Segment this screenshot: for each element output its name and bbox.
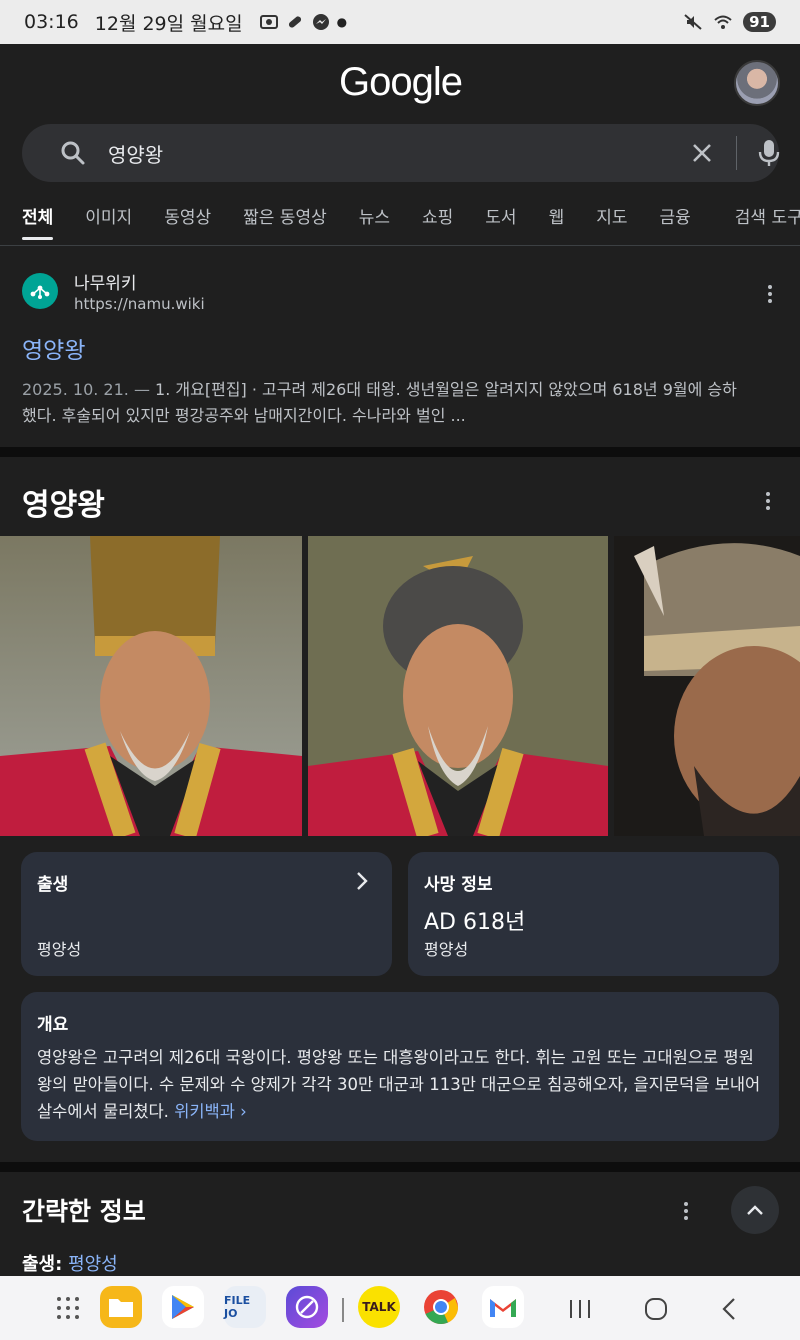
result-title-link[interactable]: 영양왕 [22, 331, 85, 365]
snippet-line-2: 했다. 후술되어 있지만 평강공주와 남매지간이다. 수나라와 벌인 ... [22, 406, 466, 425]
brief-info-more-icon[interactable] [678, 1202, 694, 1222]
tab-short-videos[interactable]: 짧은 동영상 [243, 196, 327, 240]
search-input[interactable]: 영양왕 [108, 139, 163, 168]
warrior-helmet-icon [614, 536, 800, 836]
tab-finance[interactable]: 금융 [660, 196, 691, 240]
scroll-top-button[interactable] [731, 1186, 779, 1234]
tab-news[interactable]: 뉴스 [359, 196, 390, 240]
back-icon[interactable] [720, 1297, 738, 1321]
wifi-icon [714, 15, 732, 29]
brief-birth-row: 출생: 평양성 [22, 1250, 118, 1276]
chevron-up-icon [747, 1205, 763, 1215]
tab-maps[interactable]: 지도 [596, 196, 627, 240]
death-year: AD 618년 [424, 910, 526, 935]
battery-indicator: 91 [743, 12, 776, 32]
dot-icon: ● [336, 15, 348, 29]
birth-card[interactable]: 출생 평양성 [21, 852, 392, 976]
result-site-name[interactable]: 나무위키 [74, 269, 137, 294]
king-portrait-crown-icon [0, 536, 302, 836]
clear-icon[interactable] [690, 141, 714, 165]
death-label: 사망 정보 [424, 875, 493, 895]
result-url[interactable]: https://namu.wiki [74, 295, 205, 313]
overview-text: 영양왕은 고구려의 제26대 국왕이다. 평양왕 또는 대흥왕이라고도 한다. … [37, 1044, 767, 1125]
browser-app-icon[interactable] [286, 1286, 328, 1328]
tab-all[interactable]: 전체 [22, 196, 54, 240]
search-bar[interactable]: 영양왕 [22, 124, 782, 182]
home-icon[interactable] [644, 1297, 668, 1321]
birth-place: 평양성 [37, 940, 82, 959]
kakaotalk-app-icon[interactable]: TALK [358, 1286, 400, 1328]
namuwiki-logo-icon [30, 285, 50, 299]
mic-icon[interactable] [756, 138, 782, 168]
filejo-app-icon[interactable]: FILE JO [224, 1286, 266, 1328]
result-date: 2025. 10. 21. — [22, 380, 150, 399]
death-place: 평양성 [424, 940, 469, 959]
section-divider-2 [0, 1162, 800, 1172]
search-icon [61, 141, 85, 165]
file-manager-app-icon[interactable] [100, 1286, 142, 1328]
birth-label: 출생 [37, 875, 69, 895]
knowledge-panel-title: 영양왕 [22, 488, 105, 523]
tab-books[interactable]: 도서 [485, 196, 516, 240]
portrait-image-3[interactable] [614, 536, 800, 836]
dock-divider [342, 1298, 344, 1322]
section-divider [0, 447, 800, 457]
mute-icon [684, 14, 702, 30]
chevron-right-icon [357, 872, 368, 890]
knowledge-panel-more-icon[interactable] [760, 492, 776, 512]
overview-card: 개요 영양왕은 고구려의 제26대 국왕이다. 평양왕 또는 대흥왕이라고도 한… [21, 992, 779, 1141]
snippet-line-1: 1. 개요[편집] · 고구려 제26대 태왕. 생년월일은 알려지지 않았으며… [149, 380, 737, 399]
death-card[interactable]: 사망 정보 AD 618년 평양성 [408, 852, 779, 976]
brief-birth-value[interactable]: 평양성 [68, 1254, 118, 1275]
status-time: 03:16 [24, 11, 79, 33]
tab-web[interactable]: 웹 [549, 196, 565, 240]
search-result: 나무위키 https://namu.wiki 영양왕 2025. 10. 21.… [0, 247, 800, 447]
wikipedia-link[interactable]: 위키백과 › [174, 1102, 247, 1121]
account-avatar[interactable] [734, 60, 780, 106]
namuwiki-favicon [22, 273, 58, 309]
portrait-image-1[interactable] [0, 536, 302, 836]
tab-videos[interactable]: 동영상 [164, 196, 211, 240]
king-portrait-topknot-icon [308, 536, 608, 836]
recent-apps-icon[interactable] [568, 1298, 592, 1320]
header: Google [0, 44, 800, 120]
tab-images[interactable]: 이미지 [85, 196, 132, 240]
status-date: 12월 29일 월요일 [94, 12, 243, 35]
brief-info-title: 간략한 정보 [22, 1197, 146, 1226]
tab-shopping[interactable]: 쇼핑 [422, 196, 453, 240]
navigation-dock: FILE JO TALK [0, 1276, 800, 1340]
play-store-app-icon[interactable] [162, 1286, 204, 1328]
screenshot-icon [259, 15, 278, 29]
result-snippet: 2025. 10. 21. — 1. 개요[편집] · 고구려 제26대 태왕.… [22, 377, 782, 429]
image-carousel[interactable] [0, 536, 800, 836]
overview-label: 개요 [37, 1015, 69, 1035]
pill-icon [288, 16, 301, 28]
tab-search-tools[interactable]: 검색 도구 [735, 196, 800, 240]
google-logo[interactable]: Google [339, 60, 463, 105]
search-divider [736, 136, 737, 170]
app-drawer-icon[interactable] [56, 1296, 80, 1320]
chrome-app-icon[interactable] [420, 1286, 462, 1328]
messenger-icon [312, 14, 329, 30]
brief-birth-key: 출생: [22, 1254, 63, 1275]
notification-icons: ● [259, 12, 347, 32]
portrait-image-2[interactable] [308, 536, 608, 836]
search-tabs: 전체 이미지 동영상 짧은 동영상 뉴스 쇼핑 도서 웹 지도 금융 검색 도구 [0, 190, 800, 246]
result-more-icon[interactable] [762, 285, 778, 305]
overview-body: 영양왕은 고구려의 제26대 국왕이다. 평양왕 또는 대흥왕이라고도 한다. … [37, 1048, 761, 1121]
status-bar: 03:16 12월 29일 월요일 ● 91 [0, 0, 800, 44]
gmail-app-icon[interactable] [482, 1286, 524, 1328]
